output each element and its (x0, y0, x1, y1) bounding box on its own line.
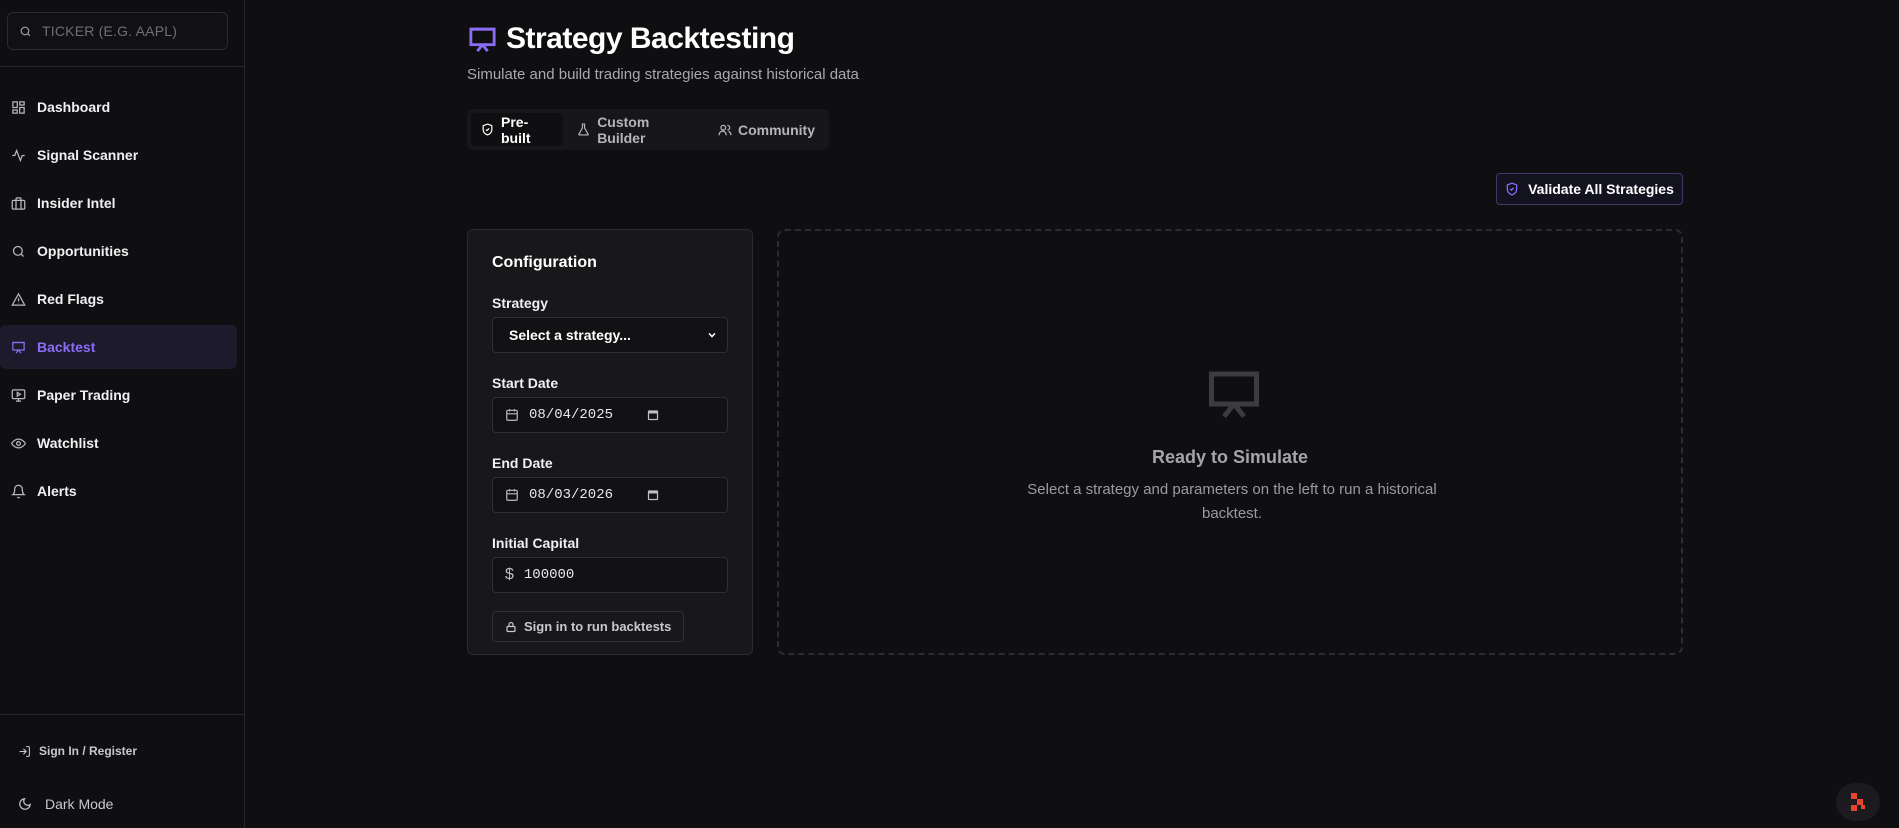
flask-icon (577, 123, 590, 136)
page-subtitle: Simulate and build trading strategies ag… (467, 66, 859, 83)
logo-icon (1849, 792, 1867, 812)
sidebar-item-signal-scanner[interactable]: Signal Scanner (0, 133, 237, 177)
dollar-icon: $ (505, 566, 514, 583)
sidebar-item-label: Dashboard (37, 99, 111, 115)
sidebar-item-watchlist[interactable]: Watchlist (0, 421, 237, 465)
sidebar-item-paper-trading[interactable]: Paper Trading (0, 373, 237, 417)
sidebar-item-red-flags[interactable]: Red Flags (0, 277, 237, 321)
sidebar-item-insider-intel[interactable]: Insider Intel (0, 181, 237, 225)
initial-capital-label: Initial Capital (492, 535, 580, 551)
sidebar-item-label: Paper Trading (37, 387, 131, 403)
initial-capital-input[interactable]: $ 100000 (492, 557, 728, 593)
end-date-label: End Date (492, 455, 553, 471)
page-title: Strategy Backtesting (506, 22, 795, 55)
calendar-icon (505, 488, 519, 502)
strategy-field: Strategy Select a strategy... (492, 295, 728, 353)
card-title: Configuration (492, 254, 597, 271)
sidebar-item-opportunities[interactable]: Opportunities (0, 229, 237, 273)
bell-icon (11, 484, 26, 499)
login-icon (18, 745, 31, 758)
sidebar-item-label: Insider Intel (37, 195, 116, 211)
tab-label: Pre-built (501, 113, 531, 146)
end-date-value: 08/03/2026 (529, 487, 614, 503)
sidebar-item-dashboard[interactable]: Dashboard (0, 85, 237, 129)
initial-capital-value: 100000 (523, 567, 575, 583)
sidebar-item-label: Opportunities (37, 243, 129, 259)
presentation-icon (11, 340, 26, 355)
grid-icon (11, 100, 26, 115)
sidebar-divider (0, 66, 245, 67)
shield-check-icon (1505, 182, 1519, 196)
sign-in-button-label: Sign in to run backtests (524, 619, 672, 634)
chevron-down-icon (707, 330, 717, 340)
sidebar-item-backtest[interactable]: Backtest (0, 325, 237, 369)
end-date-input[interactable]: 08/03/2026 (492, 477, 728, 513)
shield-icon (481, 123, 494, 136)
sidebar-item-label: Signal Scanner (37, 147, 139, 163)
configuration-card: Configuration Strategy Select a strategy… (467, 229, 753, 655)
floating-widget-button[interactable] (1836, 783, 1880, 821)
initial-capital-field: Initial Capital $ 100000 (492, 535, 728, 593)
strategy-select[interactable]: Select a strategy... (492, 317, 728, 353)
sidebar-item-alerts[interactable]: Alerts (0, 469, 237, 513)
tab-community[interactable]: Community (708, 113, 825, 146)
search-icon (11, 244, 26, 259)
sign-in-register-label: Sign In / Register (39, 744, 138, 758)
tab-custom-builder[interactable]: Custom Builder (567, 113, 704, 146)
tab-pre-built[interactable]: Pre-built (471, 113, 564, 146)
warning-triangle-icon (11, 292, 26, 307)
validate-all-strategies-button[interactable]: Validate All Strategies (1496, 173, 1683, 205)
tab-label: Community (738, 121, 815, 138)
presentation-icon (467, 24, 498, 55)
strategy-label: Strategy (492, 295, 549, 311)
moon-icon (18, 797, 32, 811)
results-empty-state: Ready to Simulate Select a strategy and … (777, 229, 1683, 655)
strategy-select-value: Select a strategy... (509, 327, 631, 343)
dark-mode-label: Dark Mode (45, 796, 114, 812)
monitor-play-icon (11, 388, 26, 403)
end-date-field: End Date 08/03/2026 (492, 455, 728, 513)
users-icon (718, 123, 732, 136)
sidebar-divider (0, 714, 245, 715)
empty-state-title: Ready to Simulate (1151, 447, 1309, 467)
title-row: Strategy Backtesting (467, 22, 859, 56)
briefcase-icon (11, 196, 26, 211)
start-date-value: 08/04/2025 (529, 407, 614, 423)
sidebar-item-label: Alerts (37, 483, 77, 499)
sidebar-nav: Dashboard Signal Scanner Insider Intel O… (0, 85, 245, 517)
sign-in-to-run-button[interactable]: Sign in to run backtests (492, 611, 685, 642)
eye-icon (11, 436, 26, 451)
date-picker-icon[interactable] (647, 489, 659, 501)
date-picker-icon[interactable] (647, 409, 659, 421)
lock-icon (505, 621, 517, 633)
validate-button-label: Validate All Strategies (1528, 181, 1674, 197)
strategy-tabs: Pre-built Custom Builder Community (467, 109, 829, 150)
search-icon (19, 25, 32, 38)
sidebar-item-label: Backtest (37, 339, 96, 355)
sidebar-item-label: Red Flags (37, 291, 104, 307)
ticker-search[interactable] (7, 12, 228, 50)
start-date-input[interactable]: 08/04/2025 (492, 397, 728, 433)
tab-label: Custom Builder (597, 113, 650, 146)
page-header: Strategy Backtesting Simulate and build … (467, 22, 859, 83)
presentation-icon (1203, 364, 1265, 424)
calendar-icon (505, 408, 519, 422)
sidebar: Dashboard Signal Scanner Insider Intel O… (0, 0, 245, 828)
start-date-field: Start Date 08/04/2025 (492, 375, 728, 433)
sign-in-register-link[interactable]: Sign In / Register (18, 744, 137, 758)
activity-icon (11, 148, 26, 163)
empty-state-description: Select a strategy and parameters on the … (1027, 481, 1437, 522)
ticker-search-input[interactable] (42, 23, 212, 39)
start-date-label: Start Date (492, 375, 559, 391)
sidebar-item-label: Watchlist (37, 435, 99, 451)
dark-mode-toggle[interactable]: Dark Mode (18, 796, 113, 812)
